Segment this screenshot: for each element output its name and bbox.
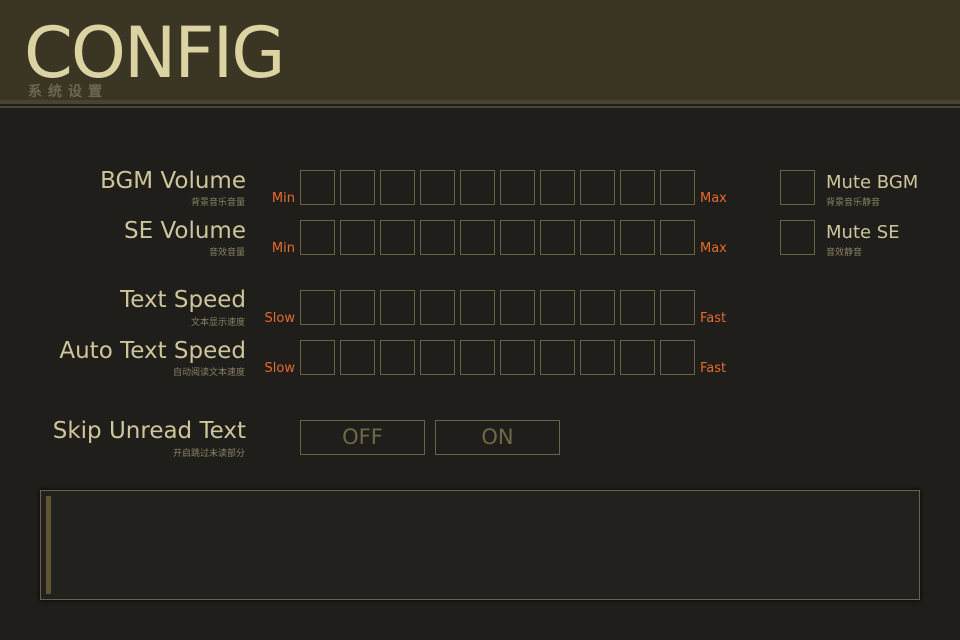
se-max-label: Max [700, 241, 727, 256]
auto-text-speed-step-7[interactable] [540, 340, 575, 375]
text-speed-step-2[interactable] [340, 290, 375, 325]
header-divider-thin [0, 106, 960, 108]
text-speed-fast-label: Fast [700, 311, 727, 326]
bgm-volume-step-1[interactable] [300, 170, 335, 205]
text-speed-step-5[interactable] [460, 290, 495, 325]
se-volume-step-9[interactable] [620, 220, 655, 255]
skip-unread-off-button[interactable]: OFF [300, 420, 425, 455]
auto-text-speed-step-2[interactable] [340, 340, 375, 375]
skip-unread-label: Skip Unread Text [52, 418, 246, 444]
bgm-volume-sublabel: 背景音乐音量 [190, 198, 245, 208]
mute-bgm-label: Mute BGM [826, 172, 919, 193]
auto-text-speed-label: Auto Text Speed [59, 338, 246, 364]
se-min-label: Min [271, 241, 295, 256]
se-volume-step-2[interactable] [340, 220, 375, 255]
mute-bgm-sublabel: 背景音乐静音 [826, 198, 881, 208]
se-volume-step-10[interactable] [660, 220, 695, 255]
text-speed-step-1[interactable] [300, 290, 335, 325]
auto-text-speed-step-3[interactable] [380, 340, 415, 375]
bgm-volume-step-5[interactable] [460, 170, 495, 205]
bgm-volume-step-6[interactable] [500, 170, 535, 205]
bgm-min-label: Min [271, 191, 295, 206]
text-speed-step-3[interactable] [380, 290, 415, 325]
auto-text-speed-step-4[interactable] [420, 340, 455, 375]
text-speed-slow-label: Slow [264, 311, 295, 326]
bgm-volume-step-9[interactable] [620, 170, 655, 205]
page-subtitle: 系统设置 [28, 84, 108, 100]
text-speed-step-6[interactable] [500, 290, 535, 325]
se-volume-step-8[interactable] [580, 220, 615, 255]
bgm-volume-step-8[interactable] [580, 170, 615, 205]
auto-text-speed-step-6[interactable] [500, 340, 535, 375]
header-divider [0, 100, 960, 104]
auto-text-speed-step-8[interactable] [580, 340, 615, 375]
auto-speed-slow-label: Slow [264, 361, 295, 376]
bgm-volume-step-3[interactable] [380, 170, 415, 205]
auto-speed-fast-label: Fast [700, 361, 727, 376]
bgm-volume-step-7[interactable] [540, 170, 575, 205]
se-volume-sublabel: 音效音量 [208, 248, 245, 258]
text-speed-step-4[interactable] [420, 290, 455, 325]
message-box-accent-bar [46, 496, 51, 594]
text-speed-step-8[interactable] [580, 290, 615, 325]
text-speed-step-7[interactable] [540, 290, 575, 325]
text-speed-label: Text Speed [120, 287, 246, 313]
auto-text-speed-sublabel: 自动阅读文本速度 [172, 368, 245, 378]
mute-se-sublabel: 音效静音 [826, 248, 863, 258]
auto-text-speed-step-9[interactable] [620, 340, 655, 375]
text-speed-step-9[interactable] [620, 290, 655, 325]
se-volume-label: SE Volume [124, 218, 246, 244]
mute-se-checkbox[interactable] [780, 220, 815, 255]
se-volume-step-4[interactable] [420, 220, 455, 255]
skip-unread-sublabel: 开启跳过未读部分 [172, 449, 245, 459]
bgm-volume-step-4[interactable] [420, 170, 455, 205]
bgm-volume-step-2[interactable] [340, 170, 375, 205]
mute-bgm-checkbox[interactable] [780, 170, 815, 205]
auto-text-speed-step-1[interactable] [300, 340, 335, 375]
bgm-volume-label: BGM Volume [100, 168, 246, 194]
se-volume-step-6[interactable] [500, 220, 535, 255]
bgm-max-label: Max [700, 191, 727, 206]
text-speed-sublabel: 文本显示速度 [190, 318, 245, 328]
mute-se-label: Mute SE [826, 222, 900, 243]
se-volume-step-1[interactable] [300, 220, 335, 255]
auto-text-speed-step-5[interactable] [460, 340, 495, 375]
text-speed-step-10[interactable] [660, 290, 695, 325]
se-volume-step-5[interactable] [460, 220, 495, 255]
message-box [40, 490, 920, 600]
bgm-volume-step-10[interactable] [660, 170, 695, 205]
se-volume-step-7[interactable] [540, 220, 575, 255]
skip-unread-on-button[interactable]: ON [435, 420, 560, 455]
auto-text-speed-step-10[interactable] [660, 340, 695, 375]
se-volume-step-3[interactable] [380, 220, 415, 255]
